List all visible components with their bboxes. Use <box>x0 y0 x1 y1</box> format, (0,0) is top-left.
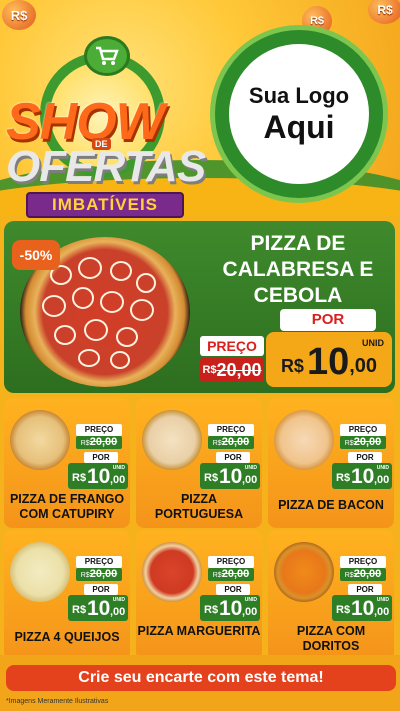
por-label: POR <box>216 452 250 463</box>
title-imbativeis: IMBATÍVEIS <box>26 192 184 218</box>
por-label: POR <box>216 584 250 595</box>
por-label: POR <box>348 584 382 595</box>
old-price-tag: R$20,00 <box>208 568 254 581</box>
new-price-tag: R$ 10,00 UNID <box>332 595 392 621</box>
por-label: POR <box>84 452 118 463</box>
new-price-int: 10 <box>306 341 350 383</box>
old-price-tag: R$20,00 <box>208 436 254 449</box>
product-name: PIZZA DE BACON <box>278 498 384 512</box>
pizza-image <box>142 542 202 602</box>
preco-label: PREÇO <box>208 556 254 568</box>
product-name: PIZZA DE FRANGO COM CATUPIRY <box>9 492 125 521</box>
discount-badge: -50% <box>12 240 60 270</box>
product-name: PIZZA COM DORITOS <box>296 624 366 653</box>
preco-label: PREÇO <box>208 424 254 436</box>
cart-icon <box>84 36 130 76</box>
product-name: PIZZA PORTUGUESA <box>154 492 244 521</box>
disclaimer-text: *Imagens Meramente Ilustrativas <box>6 698 109 705</box>
new-price-tag: R$ 10,00 UNID <box>200 595 260 621</box>
show-de-ofertas-logo: SHOW DE OFERTAS IMBATÍVEIS <box>0 20 210 218</box>
new-price-tag: R$ 10,00 UNID <box>68 595 128 621</box>
logo-line-1: Sua Logo <box>248 82 350 108</box>
pizza-image <box>10 542 70 602</box>
preco-label: PREÇO <box>340 424 386 436</box>
coin-icon: R$ <box>368 0 400 24</box>
product-card[interactable]: PREÇO R$20,00 POR R$ 10,00 UNID PIZZA MARG… <box>136 530 262 660</box>
por-label: POR <box>348 452 382 463</box>
logo-line-2: Aqui <box>263 108 335 145</box>
por-label: POR <box>280 309 376 331</box>
title-ofertas: OFERTAS <box>6 142 206 191</box>
pizza-image <box>142 410 202 470</box>
old-price-tag: R$20,00 <box>76 436 122 449</box>
new-price-tag: UNID R$ 10 ,00 <box>266 332 392 387</box>
pizza-image <box>274 410 334 470</box>
old-price-tag: R$20,00 <box>76 568 122 581</box>
featured-title: PIZZA DE CALABRESA E CEBOLA <box>222 232 374 307</box>
old-price-tag: R$20,00 <box>340 568 386 581</box>
product-card[interactable]: PREÇO R$20,00 POR R$ 10,00 UNID PIZZA PORT… <box>136 398 262 528</box>
new-currency: R$ <box>280 356 304 376</box>
product-card[interactable]: PREÇO R$20,00 POR R$ 10,00 UNID PIZZA DE B… <box>268 398 394 528</box>
product-card[interactable]: PREÇO R$20,00 POR R$ 10,00 UNID PIZZA 4 QU… <box>4 530 130 660</box>
old-price-tag: R$20,00 <box>340 436 386 449</box>
new-price-dec: ,00 <box>349 355 378 377</box>
store-logo-placeholder[interactable]: Sua Logo Aqui <box>215 30 383 198</box>
preco-label: PREÇO <box>76 556 122 568</box>
new-price-tag: R$ 10,00 UNID <box>200 463 260 489</box>
product-card[interactable]: PREÇO R$20,00 POR R$ 10,00 UNID PIZZA DE F… <box>4 398 130 528</box>
new-price-tag: R$ 10,00 UNID <box>68 463 128 489</box>
preco-label: PREÇO <box>200 336 264 356</box>
product-name: PIZZA MARGUERITA <box>137 624 261 638</box>
old-currency: R$ <box>202 364 217 376</box>
preco-label: PREÇO <box>76 424 122 436</box>
pizza-image <box>274 542 334 602</box>
product-name: PIZZA 4 QUEIJOS <box>14 630 120 644</box>
product-card[interactable]: PREÇO R$20,00 POR R$ 10,00 UNID PIZZA COM … <box>268 530 394 660</box>
por-label: POR <box>84 584 118 595</box>
pizza-image <box>10 410 70 470</box>
old-price: 20,00 <box>216 359 262 380</box>
old-price-tag: R$ 20,00 <box>200 358 264 382</box>
create-flyer-button[interactable]: Crie seu encarte com este tema! <box>6 665 396 691</box>
new-price-tag: R$ 10,00 UNID <box>332 463 392 489</box>
preco-label: PREÇO <box>340 556 386 568</box>
unid-label: UNID <box>362 338 384 348</box>
